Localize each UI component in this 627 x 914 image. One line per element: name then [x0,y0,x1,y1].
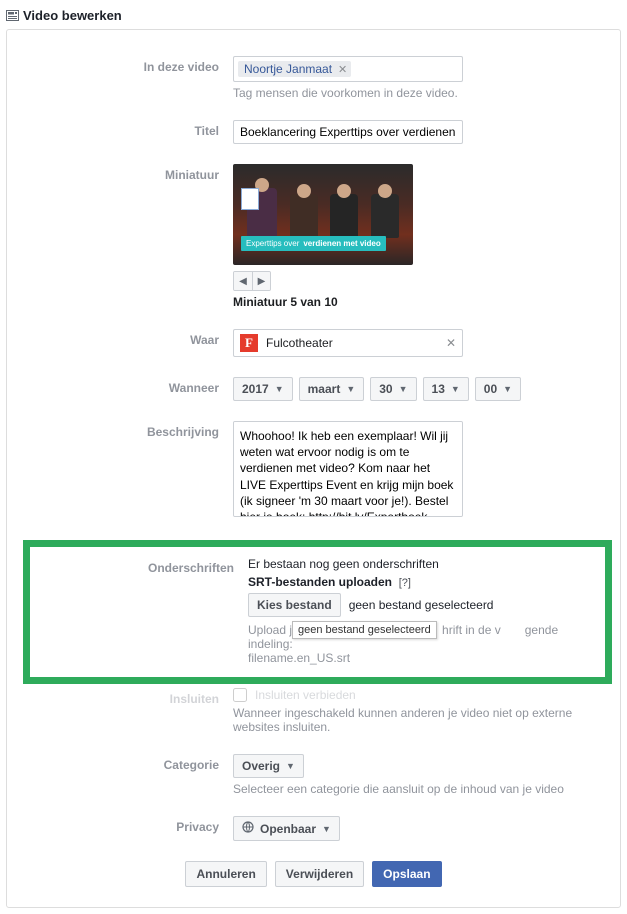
people-tag-input[interactable]: Noortje Janmaat ✕ [233,56,463,82]
category-help: Selecteer een categorie die aansluit op … [233,782,604,796]
thumbnail-figure [371,194,399,238]
thumbnail-nav: ◀ ▶ [233,271,271,291]
caret-down-icon: ▼ [286,761,295,771]
month-select[interactable]: maart▼ [299,377,365,401]
save-button[interactable]: Opslaan [372,861,441,887]
delete-button[interactable]: Verwijderen [275,861,364,887]
captions-label: Onderschriften [48,557,248,575]
day-select[interactable]: 30▼ [370,377,416,401]
tags-label: In deze video [23,56,233,74]
person-tag[interactable]: Noortje Janmaat ✕ [238,61,351,77]
caret-down-icon: ▼ [399,384,408,394]
title-input[interactable] [233,120,463,144]
thumbnail-figure [247,188,277,238]
thumbnail-caption: Miniatuur 5 van 10 [233,295,604,309]
thumb-prev-button[interactable]: ◀ [234,272,252,290]
caret-down-icon: ▼ [503,384,512,394]
privacy-label: Privacy [23,816,233,834]
thumbnail-figure [330,194,358,238]
dialog-header: Video bewerken [0,0,627,29]
year-select[interactable]: 2017▼ [233,377,293,401]
title-label: Titel [23,120,233,138]
place-input[interactable]: F Fulcotheater ✕ [233,329,463,357]
globe-icon [242,821,254,836]
srt-note-mid: hrift in de v [442,623,501,637]
choose-file-button[interactable]: Kies bestand [248,593,341,617]
thumbnail-preview: Experttips over verdienen met video [233,164,413,265]
caret-down-icon: ▼ [346,384,355,394]
embed-checkbox-label: Insluiten verbieden [255,688,356,702]
caret-down-icon: ▼ [451,384,460,394]
remove-tag-icon[interactable]: ✕ [338,63,347,76]
thumbnail-figure [290,194,318,238]
embed-forbid-checkbox[interactable] [233,688,247,702]
clear-place-icon[interactable]: ✕ [446,336,456,350]
file-tooltip: geen bestand geselecteerd [292,621,437,639]
minute-select[interactable]: 00▼ [475,377,521,401]
embed-label: Insluiten [23,688,233,706]
caret-down-icon: ▼ [322,824,331,834]
help-icon[interactable]: [?] [399,577,411,589]
where-label: Waar [23,329,233,347]
thumb-next-button[interactable]: ▶ [252,272,270,290]
category-select[interactable]: Overig▼ [233,754,304,778]
thumbnail-banner: Experttips over verdienen met video [241,236,386,251]
srt-format: filename.en_US.srt [248,651,350,665]
dialog-footer: Annuleren Verwijderen Opslaan [23,861,604,887]
place-name: Fulcotheater [266,336,333,350]
dialog-title: Video bewerken [23,8,122,23]
description-label: Beschrijving [23,421,233,439]
embed-help: Wanneer ingeschakeld kunnen anderen je v… [233,706,604,734]
place-icon: F [240,334,258,352]
hour-select[interactable]: 13▼ [423,377,469,401]
cancel-button[interactable]: Annuleren [185,861,266,887]
person-tag-name: Noortje Janmaat [244,62,332,76]
captions-highlight-box: Onderschriften Er bestaan nog geen onder… [23,540,612,684]
file-status: geen bestand geselecteerd [349,598,494,612]
category-label: Categorie [23,754,233,772]
tags-help: Tag mensen die voorkomen in deze video. [233,86,604,100]
srt-upload-text: SRT-bestanden uploaden [248,575,392,589]
when-label: Wanneer [23,377,233,395]
thumbnail-label: Miniatuur [23,164,233,182]
description-textarea[interactable]: Whoohoo! Ik heb een exemplaar! Wil jij w… [233,421,463,517]
caret-down-icon: ▼ [275,384,284,394]
edit-video-panel: In deze video Noortje Janmaat ✕ Tag mens… [6,29,621,908]
privacy-select[interactable]: Openbaar ▼ [233,816,340,841]
captions-none-text: Er bestaan nog geen onderschriften [248,557,587,571]
video-icon [6,10,19,21]
